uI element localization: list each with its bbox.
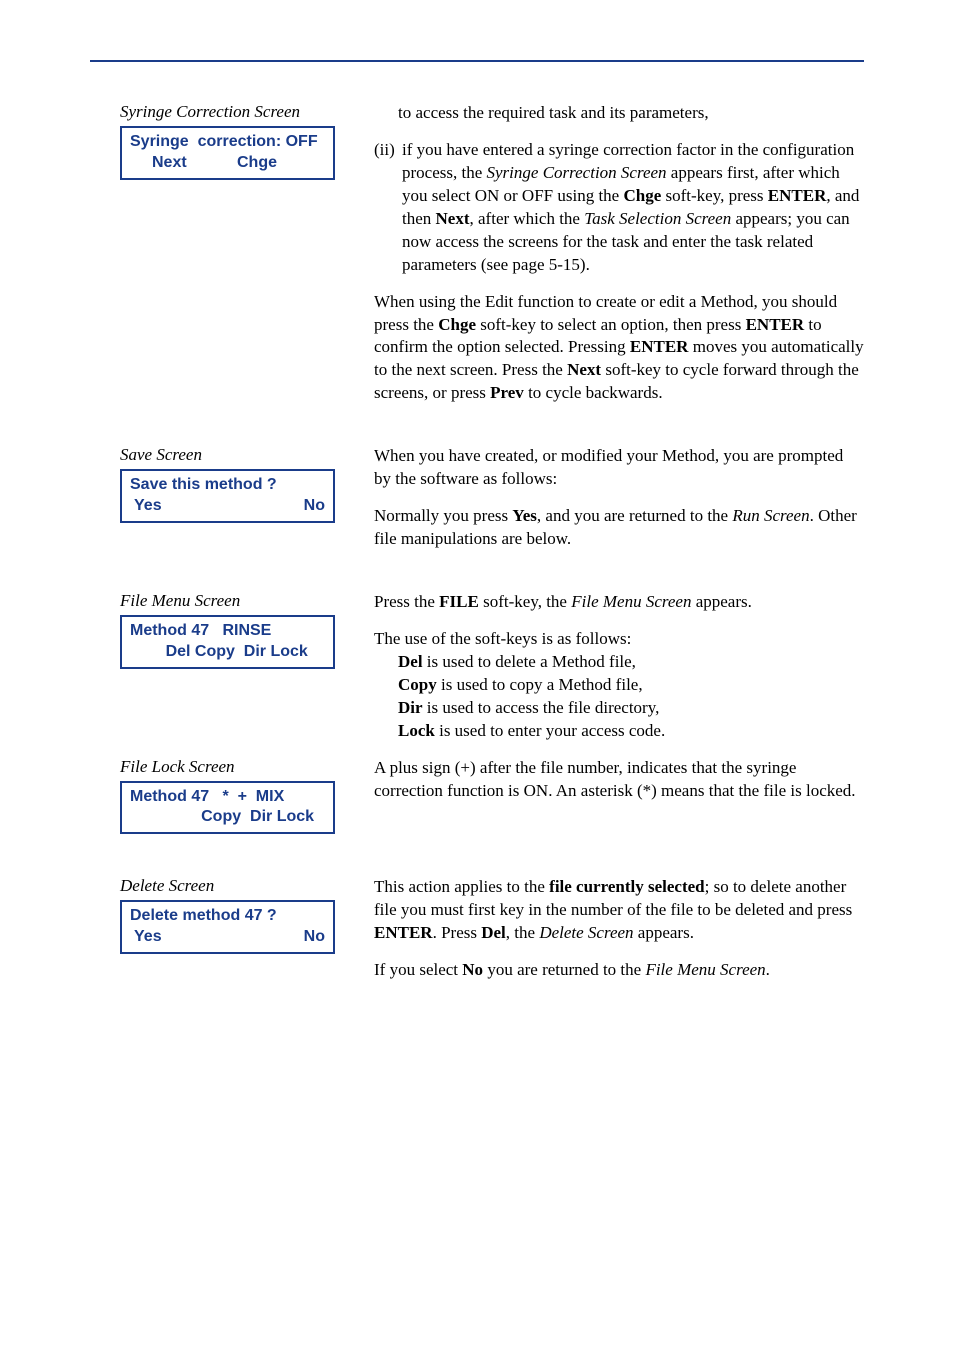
lcd-yes-key: Yes [130,927,162,948]
body-text: Normally you press [374,506,512,525]
list-marker: (ii) [374,139,402,277]
body-text: This action applies to the [374,877,549,896]
list-item-ii: (ii) if you have entered a syringe corre… [374,139,864,277]
softkeys-intro: The use of the soft-keys is as follows: [374,628,864,651]
body-text: is used to access the file directory, [423,698,660,717]
file-lock-para: A plus sign (+) after the file number, i… [374,757,864,803]
lcd-line: Method 47 * + MIX [130,787,325,808]
body-text: Next [436,209,470,228]
delete-screen-caption: Delete Screen [120,876,350,896]
lcd-no-key: No [304,496,325,517]
delete-para1: This action applies to the file currentl… [374,876,864,945]
syringe-correction-lcd: Syringe correction: OFF Next Chge [120,126,335,180]
edit-function-paragraph: When using the Edit function to create o… [374,291,864,406]
lcd-line: Next Chge [130,153,325,174]
lcd-line: Syringe correction: OFF [130,132,325,153]
body-text: soft-key, the [479,592,571,611]
body-text: Chge [623,186,661,205]
body-text: Del [481,923,506,942]
body-text: is used to delete a Method file, [423,652,636,671]
body-text: Copy [398,675,437,694]
body-text: Yes [512,506,537,525]
file-menu-para1: Press the FILE soft-key, the File Menu S… [374,591,864,614]
body-text: to cycle backwards. [524,383,663,402]
save-screen-lcd: Save this method ? Yes No [120,469,335,523]
body-text: File Menu Screen [571,592,691,611]
header-rule [90,60,864,62]
body-text: No [462,960,483,979]
lcd-no-key: No [304,927,325,948]
body-text: Chge [438,315,476,334]
body-text: Dir [398,698,423,717]
lcd-line: Delete method 47 ? [130,906,325,927]
body-text: ENTER [374,923,433,942]
lcd-chge-key: Chge [237,153,325,174]
body-text: ENTER [630,337,689,356]
file-menu-lcd: Method 47 RINSE Del Copy Dir Lock [120,615,335,669]
body-text: soft-key, press [661,186,768,205]
body-text: appears. [634,923,694,942]
file-menu-caption: File Menu Screen [120,591,350,611]
body-text: Delete Screen [539,923,633,942]
file-lock-caption: File Lock Screen [120,757,350,777]
save-para2: Normally you press Yes, and you are retu… [374,505,864,551]
body-text: . [766,960,770,979]
body-text: Del [398,652,423,671]
body-text: If you select [374,960,462,979]
body-text: Run Screen [732,506,809,525]
body-text: Syringe Correction Screen [487,163,667,182]
body-text: ENTER [768,186,827,205]
lcd-line: Del Copy Dir Lock [130,642,325,663]
lcd-line: Method 47 RINSE [130,621,325,642]
body-text: Prev [490,383,524,402]
lcd-next-key: Next [130,153,187,174]
body-text: FILE [439,592,479,611]
body-text: is used to enter your access code. [435,721,665,740]
body-text: you are returned to the [483,960,645,979]
delete-para2: If you select No you are returned to the… [374,959,864,982]
save-para1: When you have created, or modified your … [374,445,864,491]
intro-tail-text: to access the required task and its para… [398,102,864,125]
syringe-correction-caption: Syringe Correction Screen [120,102,350,122]
file-menu-softkeys-block: The use of the soft-keys is as follows: … [374,628,864,743]
body-text: is used to copy a Method file, [437,675,643,694]
body-text: File Menu Screen [645,960,765,979]
lcd-line: Save this method ? [130,475,325,496]
body-text: , and you are returned to the [537,506,732,525]
body-text: Lock [398,721,435,740]
body-text: Task Selection Screen [584,209,731,228]
body-text: file currently selected [549,877,704,896]
file-lock-lcd: Method 47 * + MIX Copy Dir Lock [120,781,335,835]
lcd-line: Yes No [130,927,325,948]
lcd-line: Yes No [130,496,325,517]
body-text: , after which the [470,209,585,228]
body-text: Next [567,360,601,379]
body-text: soft-key to select an option, then press [476,315,746,334]
delete-screen-lcd: Delete method 47 ? Yes No [120,900,335,954]
body-text: ENTER [746,315,805,334]
body-text: appears. [691,592,751,611]
lcd-yes-key: Yes [130,496,162,517]
body-text: , the [506,923,540,942]
body-text: . Press [433,923,482,942]
lcd-line: Copy Dir Lock [130,807,325,828]
body-text: Press the [374,592,439,611]
save-screen-caption: Save Screen [120,445,350,465]
